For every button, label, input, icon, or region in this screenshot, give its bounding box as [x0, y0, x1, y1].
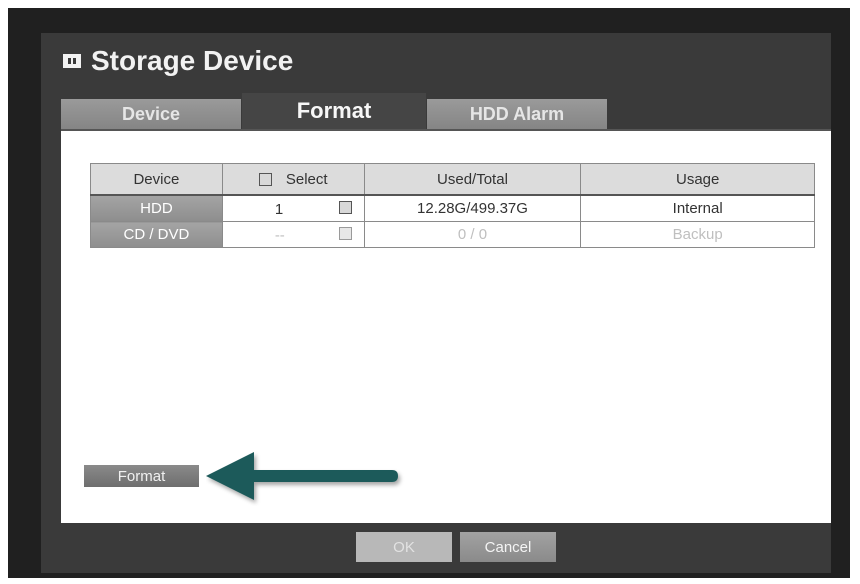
callout-arrow-icon — [206, 452, 398, 500]
tab-bar: Device Format HDD Alarm — [61, 93, 831, 129]
cancel-button[interactable]: Cancel — [460, 532, 556, 562]
row-used-total: 0 / 0 — [363, 221, 582, 248]
hdd-select-checkbox[interactable] — [338, 201, 352, 214]
tab-hdd-alarm[interactable]: HDD Alarm — [427, 99, 607, 129]
header-select: Select — [221, 163, 365, 196]
table-row: HDD 1 12.28G/499.37G Internal — [90, 194, 815, 222]
table-header-row: Device Select Used/Total Usage — [90, 163, 815, 196]
format-content-area: Device Select Used/Total Usage HDD 1 12.… — [61, 129, 831, 523]
tab-format[interactable]: Format — [242, 93, 426, 129]
row-usage: Internal — [580, 194, 815, 222]
row-usage: Backup — [580, 221, 815, 248]
tab-device[interactable]: Device — [61, 99, 241, 129]
row-device-hdd: HDD — [90, 194, 223, 222]
row-device-cd-dvd: CD / DVD — [90, 221, 223, 248]
storage-table: Device Select Used/Total Usage HDD 1 12.… — [90, 163, 815, 248]
ok-button[interactable]: OK — [356, 532, 452, 562]
window-title: Storage Device — [63, 43, 293, 79]
row-select-cell: 1 — [221, 194, 365, 222]
header-usage: Usage — [580, 163, 815, 196]
row-used-total: 12.28G/499.37G — [363, 194, 582, 222]
storage-icon — [63, 54, 81, 68]
header-select-label: Select — [285, 170, 328, 188]
storage-device-window: Storage Device Device Format HDD Alarm D… — [8, 8, 850, 578]
select-number: 1 — [274, 201, 284, 218]
format-button[interactable]: Format — [84, 465, 199, 487]
window-title-text: Storage Device — [91, 45, 294, 76]
row-select-cell: -- — [221, 221, 365, 248]
header-used-total: Used/Total — [363, 163, 582, 196]
header-device: Device — [90, 163, 223, 196]
select-number: -- — [274, 227, 285, 244]
select-all-checkbox[interactable] — [258, 173, 272, 187]
table-row: CD / DVD -- 0 / 0 Backup — [90, 221, 815, 248]
dialog-panel: Storage Device Device Format HDD Alarm D… — [41, 33, 831, 573]
cd-dvd-select-checkbox — [338, 227, 352, 240]
